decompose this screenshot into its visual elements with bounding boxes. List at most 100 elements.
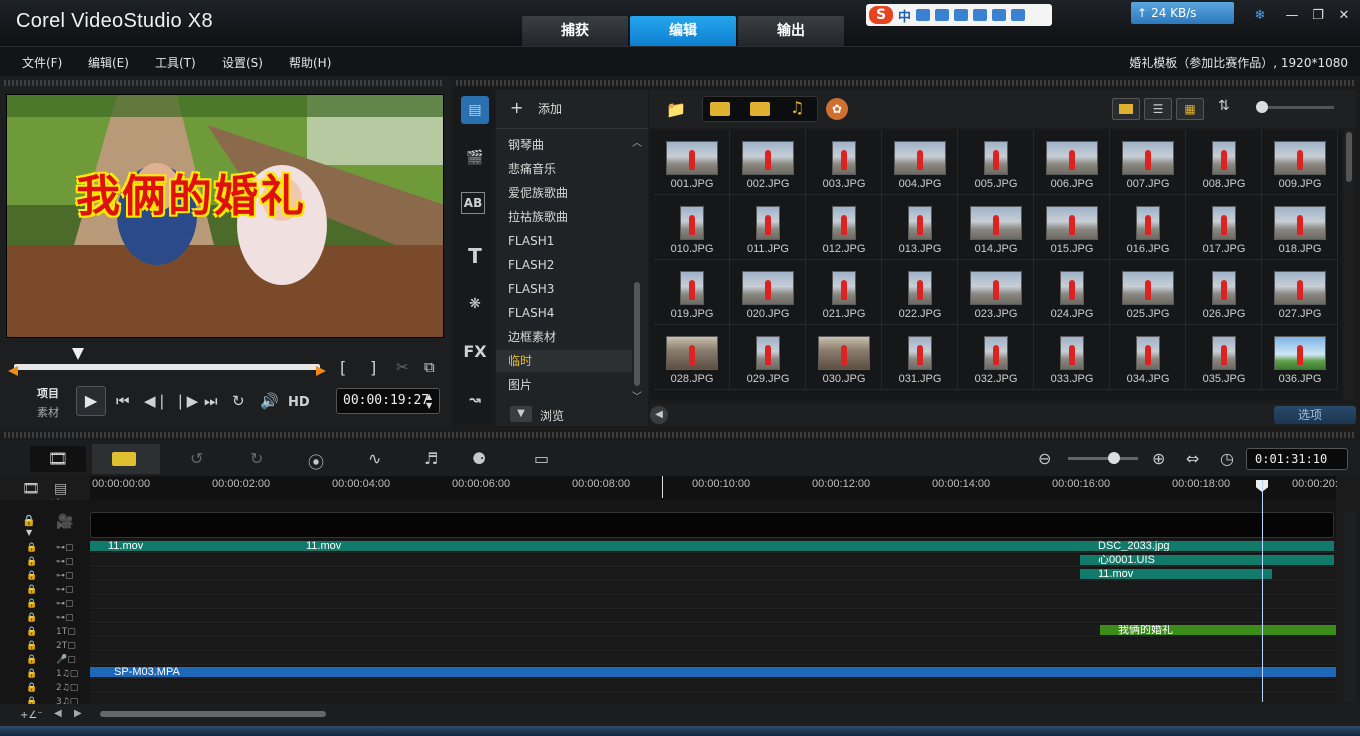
clip-title[interactable]: 我俩的婚礼: [1100, 625, 1336, 635]
media-library-icon[interactable]: ▤: [461, 96, 489, 124]
media-thumbnail[interactable]: 032.JPG: [958, 325, 1034, 390]
import-media-icon[interactable]: ✿: [826, 98, 848, 120]
timeline-horizontal-scrollbar[interactable]: [100, 711, 326, 717]
keyboard-icon[interactable]: [954, 9, 969, 21]
mark-in-button[interactable]: [: [340, 358, 346, 377]
media-thumbnail[interactable]: 025.JPG: [1110, 260, 1186, 325]
folder-item[interactable]: FLASH3: [508, 278, 632, 300]
video-track[interactable]: [90, 512, 1334, 538]
transition-icon[interactable]: AB: [461, 192, 485, 214]
filter-fx-icon[interactable]: FX: [461, 338, 489, 366]
thumbnail-size-knob[interactable]: [1256, 101, 1268, 113]
storyboard-view-icon[interactable]: 🎞: [30, 446, 86, 472]
folder-item[interactable]: 拉祜族歌曲: [508, 206, 632, 228]
minimize-button[interactable]: —: [1284, 8, 1300, 24]
expand-tracks-icon[interactable]: ▼: [26, 528, 32, 537]
media-thumbnail[interactable]: 013.JPG: [882, 195, 958, 260]
add-icon[interactable]: +: [510, 98, 523, 117]
volume-icon[interactable]: 🔊: [260, 392, 279, 410]
previous-frame-icon[interactable]: ◀❘: [144, 392, 168, 410]
restore-button[interactable]: ❐: [1310, 8, 1326, 24]
motion-tracking-icon[interactable]: ⚈: [472, 449, 486, 468]
graphic-icon[interactable]: ❋: [461, 290, 489, 318]
media-thumbnail[interactable]: 012.JPG: [806, 195, 882, 260]
sound-mixer-icon[interactable]: ∿: [368, 449, 381, 468]
network-speed-widget[interactable]: ↑ 24 KB/s: [1131, 2, 1234, 24]
ime-toolbar[interactable]: S 中: [866, 4, 1052, 26]
scissors-icon[interactable]: ✂: [396, 358, 409, 376]
overlay-track-6[interactable]: [90, 610, 1336, 623]
media-thumbnail[interactable]: 017.JPG: [1186, 195, 1262, 260]
open-folder-icon[interactable]: 📁: [666, 100, 686, 119]
media-thumbnail[interactable]: 004.JPG: [882, 130, 958, 195]
add-folder-button[interactable]: 添加: [538, 100, 562, 117]
zoom-out-icon[interactable]: ⊖: [1038, 449, 1051, 468]
path-icon[interactable]: ↝: [461, 386, 489, 414]
folder-scrollbar[interactable]: [634, 282, 640, 386]
media-thumbnail[interactable]: 022.JPG: [882, 260, 958, 325]
tracks-scrollbar[interactable]: [1344, 512, 1356, 702]
wrench-icon[interactable]: [1011, 9, 1026, 21]
show-all-tracks-icon[interactable]: 🎞: [22, 481, 40, 497]
media-thumbnail[interactable]: 029.JPG: [730, 325, 806, 390]
clip-overlay-photo[interactable]: DSC_2033.jpg: [1080, 541, 1334, 551]
overlay-track-5[interactable]: [90, 596, 1336, 609]
media-thumbnail[interactable]: 021.JPG: [806, 260, 882, 325]
title-icon[interactable]: T: [461, 242, 489, 270]
panel-grip[interactable]: [4, 80, 444, 86]
clip-overlay-decoration[interactable]: 心0001.UIS: [1080, 555, 1334, 565]
timecode-stepper[interactable]: ▲ ▼: [426, 392, 432, 410]
folder-item[interactable]: 边框素材: [508, 326, 632, 348]
skip-to-end-icon[interactable]: ⏭: [204, 392, 218, 410]
timecode-field[interactable]: 00:00:19:27: [336, 388, 440, 414]
folder-item[interactable]: FLASH1: [508, 230, 632, 252]
record-capture-icon[interactable]: ⦿: [308, 449, 324, 473]
folder-scroll-up[interactable]: ︿: [632, 134, 642, 149]
view-grid-button[interactable]: ▦: [1176, 98, 1204, 120]
show-audio-icon[interactable]: ♫: [790, 98, 804, 117]
folder-item[interactable]: 钢琴曲: [508, 134, 632, 156]
scroll-right-icon[interactable]: ▶: [74, 708, 82, 719]
panel-grip[interactable]: [456, 80, 1356, 86]
zoom-slider[interactable]: [1068, 457, 1138, 460]
media-thumbnail[interactable]: 008.JPG: [1186, 130, 1262, 195]
panel-grip[interactable]: [4, 432, 1356, 438]
media-thumbnail[interactable]: 031.JPG: [882, 325, 958, 390]
browse-button[interactable]: 浏览: [540, 407, 564, 424]
mark-out-button[interactable]: ]: [370, 358, 376, 377]
media-thumbnail[interactable]: 009.JPG: [1262, 130, 1338, 195]
fit-project-icon[interactable]: ⇔: [1186, 449, 1199, 468]
media-thumbnail[interactable]: 023.JPG: [958, 260, 1034, 325]
redo-icon[interactable]: ↻: [250, 449, 263, 468]
track-manager-icon[interactable]: ▤: [54, 481, 67, 497]
next-frame-icon[interactable]: ❘▶: [174, 392, 198, 410]
moon-icon[interactable]: [916, 9, 931, 21]
folder-item[interactable]: 图片: [508, 374, 632, 396]
menu-tools[interactable]: 工具(T): [155, 54, 196, 71]
menu-edit[interactable]: 编辑(E): [88, 54, 129, 71]
sort-icon[interactable]: ⇅: [1218, 98, 1230, 114]
media-thumbnail[interactable]: 036.JPG: [1262, 325, 1338, 390]
tab-share[interactable]: 输出: [738, 16, 844, 46]
browse-icon[interactable]: ▼: [510, 406, 532, 422]
media-thumbnail[interactable]: 018.JPG: [1262, 195, 1338, 260]
title-track-2[interactable]: [90, 638, 1336, 651]
track-lock-column[interactable]: 🔒 🔒 🔒 🔒 🔒 🔒 🔒 🔒 🔒 🔒 🔒 🔒: [26, 541, 37, 709]
media-thumbnail[interactable]: 006.JPG: [1034, 130, 1110, 195]
play-button[interactable]: ▶: [76, 386, 106, 416]
instant-project-icon[interactable]: 🎬: [461, 144, 489, 172]
auto-music-icon[interactable]: ♬: [424, 449, 438, 468]
close-button[interactable]: ✕: [1336, 8, 1352, 24]
repeat-icon[interactable]: ↻: [232, 392, 245, 410]
snowflake-icon[interactable]: ❄: [1252, 8, 1268, 24]
media-thumbnail[interactable]: 003.JPG: [806, 130, 882, 195]
media-thumbnail[interactable]: 030.JPG: [806, 325, 882, 390]
media-thumbnail[interactable]: 002.JPG: [730, 130, 806, 195]
clip-music[interactable]: SP-M03.MPA: [90, 667, 1336, 677]
grid-scrollbar-thumb[interactable]: [1346, 132, 1352, 182]
folder-item[interactable]: 爱伲族歌曲: [508, 182, 632, 204]
clip-video-2[interactable]: 11.mov: [288, 541, 1080, 551]
grid-scrollbar-track[interactable]: [1344, 130, 1354, 400]
view-thumbnail-button[interactable]: [1112, 98, 1140, 120]
show-videos-icon[interactable]: [710, 102, 730, 116]
